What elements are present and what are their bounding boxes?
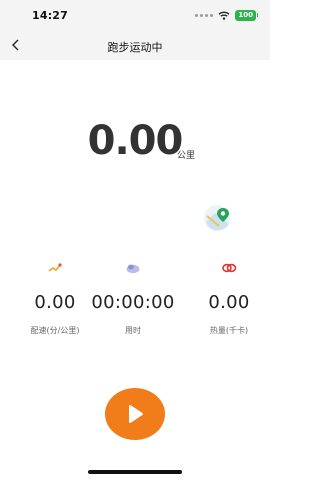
time-icon	[126, 264, 140, 274]
pace-value: 0.00	[34, 292, 76, 313]
distance-display: 0.00	[0, 118, 270, 164]
time-label: 用时	[125, 326, 141, 335]
calorie-value: 0.00	[208, 292, 250, 313]
distance-unit: 公里	[177, 151, 196, 161]
battery-icon: 100	[235, 10, 258, 21]
wifi-icon	[218, 11, 230, 20]
signal-icon	[195, 14, 214, 17]
calorie-label: 热量(千卡)	[209, 326, 249, 335]
status-icons: 100	[195, 10, 258, 21]
metric-time: 00:00:00 用时	[88, 262, 178, 336]
pace-label: 配速(分/公里)	[30, 326, 80, 335]
metric-pace: 0.00 配速(分/公里)	[10, 262, 100, 336]
metric-calorie: 0.00 热量(千卡)	[184, 262, 274, 336]
time-value: 00:00:00	[91, 292, 175, 313]
nav-bar: 跑步运动中	[0, 32, 270, 60]
status-time: 14:27	[32, 9, 69, 22]
pace-icon	[48, 263, 62, 272]
start-button[interactable]	[105, 388, 165, 440]
page-title: 跑步运动中	[107, 41, 163, 54]
distance-value: 0.00	[87, 118, 184, 164]
home-indicator[interactable]	[88, 470, 182, 474]
map-icon[interactable]	[203, 204, 231, 232]
play-icon	[129, 405, 143, 423]
calorie-icon	[222, 263, 237, 273]
status-bar: 14:27 100	[0, 0, 270, 32]
